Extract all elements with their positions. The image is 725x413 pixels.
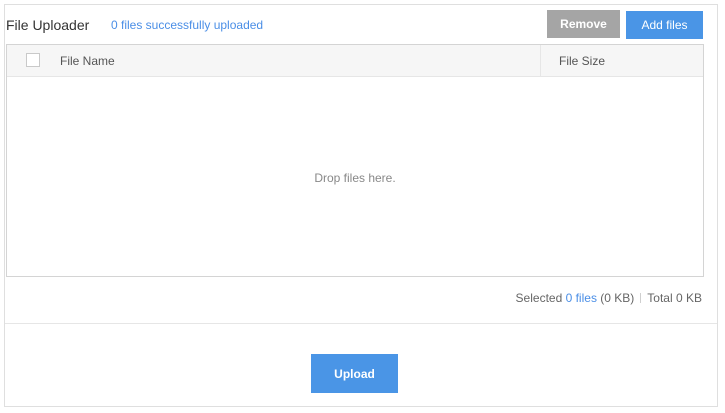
column-header-file-name[interactable]: File Name bbox=[60, 54, 115, 68]
upload-status-text: 0 files successfully uploaded bbox=[111, 18, 264, 32]
column-divider bbox=[540, 45, 541, 77]
file-list-table[interactable]: File Name File Size Drop files here. bbox=[6, 44, 704, 277]
uploader-header: File Uploader 0 files successfully uploa… bbox=[5, 5, 717, 45]
selected-files-link[interactable]: 0 files bbox=[566, 291, 597, 305]
column-header-file-size[interactable]: File Size bbox=[559, 54, 605, 68]
selected-size: (0 KB) bbox=[596, 291, 635, 305]
upload-button[interactable]: Upload bbox=[311, 354, 398, 393]
total-size: Total 0 KB bbox=[647, 291, 702, 305]
add-files-button[interactable]: Add files bbox=[626, 11, 703, 39]
summary-divider bbox=[640, 293, 642, 303]
table-header: File Name File Size bbox=[7, 45, 703, 77]
remove-button[interactable]: Remove bbox=[547, 10, 620, 38]
file-uploader-panel: File Uploader 0 files successfully uploa… bbox=[4, 4, 718, 407]
footer-divider bbox=[5, 323, 717, 324]
select-all-checkbox[interactable] bbox=[26, 53, 40, 67]
drop-zone-message: Drop files here. bbox=[314, 171, 396, 185]
selected-prefix: Selected bbox=[515, 291, 566, 305]
selection-summary: Selected 0 files (0 KB) Total 0 KB bbox=[516, 291, 702, 305]
uploader-title: File Uploader bbox=[6, 17, 90, 33]
